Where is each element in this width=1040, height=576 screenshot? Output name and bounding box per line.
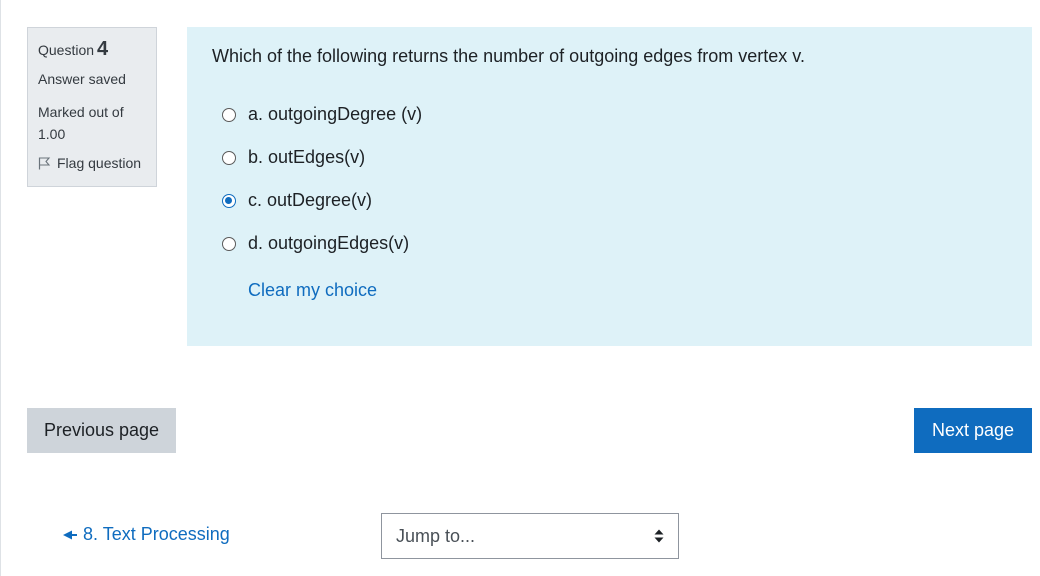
flag-question-label: Flag question [57, 155, 142, 171]
quiz-page: Question 4 Answer saved Marked out of 1.… [0, 0, 1040, 576]
answer-a-label[interactable]: a. outgoingDegree (v) [248, 104, 422, 125]
answer-c-radio[interactable] [222, 193, 236, 208]
arrow-left-icon [63, 530, 77, 539]
question-grade: Marked out of 1.00 [38, 104, 124, 142]
answer-option-c[interactable]: c. outDegree(v) [222, 179, 1007, 222]
clear-choice-link[interactable]: Clear my choice [248, 280, 1007, 301]
answer-option-b[interactable]: b. outEdges(v) [222, 136, 1007, 179]
previous-activity-link[interactable]: 8. Text Processing [63, 524, 230, 545]
question-number: Question 4 [38, 38, 146, 61]
question-label: Question [38, 42, 95, 58]
jump-to-value: Jump to... [396, 525, 476, 546]
jump-to-select[interactable]: Jump to... [381, 513, 679, 559]
answer-list: a. outgoingDegree (v) b. outEdges(v) c. … [222, 93, 1007, 265]
answer-d-radio[interactable] [222, 236, 236, 251]
question-text: Which of the following returns the numbe… [212, 46, 805, 66]
answer-b-radio[interactable] [222, 150, 236, 165]
next-page-button[interactable]: Next page [914, 408, 1032, 453]
question-info: Question 4 Answer saved Marked out of 1.… [27, 27, 157, 187]
answer-state: Answer saved [38, 71, 126, 87]
previous-activity-label[interactable]: 8. Text Processing [83, 524, 230, 545]
flag-icon [38, 156, 51, 169]
select-caret-icon [654, 529, 664, 543]
answer-c-label[interactable]: c. outDegree(v) [248, 190, 372, 211]
previous-page-button[interactable]: Previous page [27, 408, 176, 453]
question-number-value: 4 [97, 38, 109, 60]
answer-a-radio[interactable] [222, 107, 236, 122]
answer-d-label[interactable]: d. outgoingEdges(v) [248, 233, 409, 254]
answer-option-a[interactable]: a. outgoingDegree (v) [222, 93, 1007, 136]
flag-question-button[interactable]: Flag question [38, 155, 146, 171]
question-content: Which of the following returns the numbe… [187, 27, 1032, 346]
left-border [0, 0, 1, 576]
answer-b-label[interactable]: b. outEdges(v) [248, 147, 365, 168]
answer-option-d[interactable]: d. outgoingEdges(v) [222, 222, 1007, 265]
